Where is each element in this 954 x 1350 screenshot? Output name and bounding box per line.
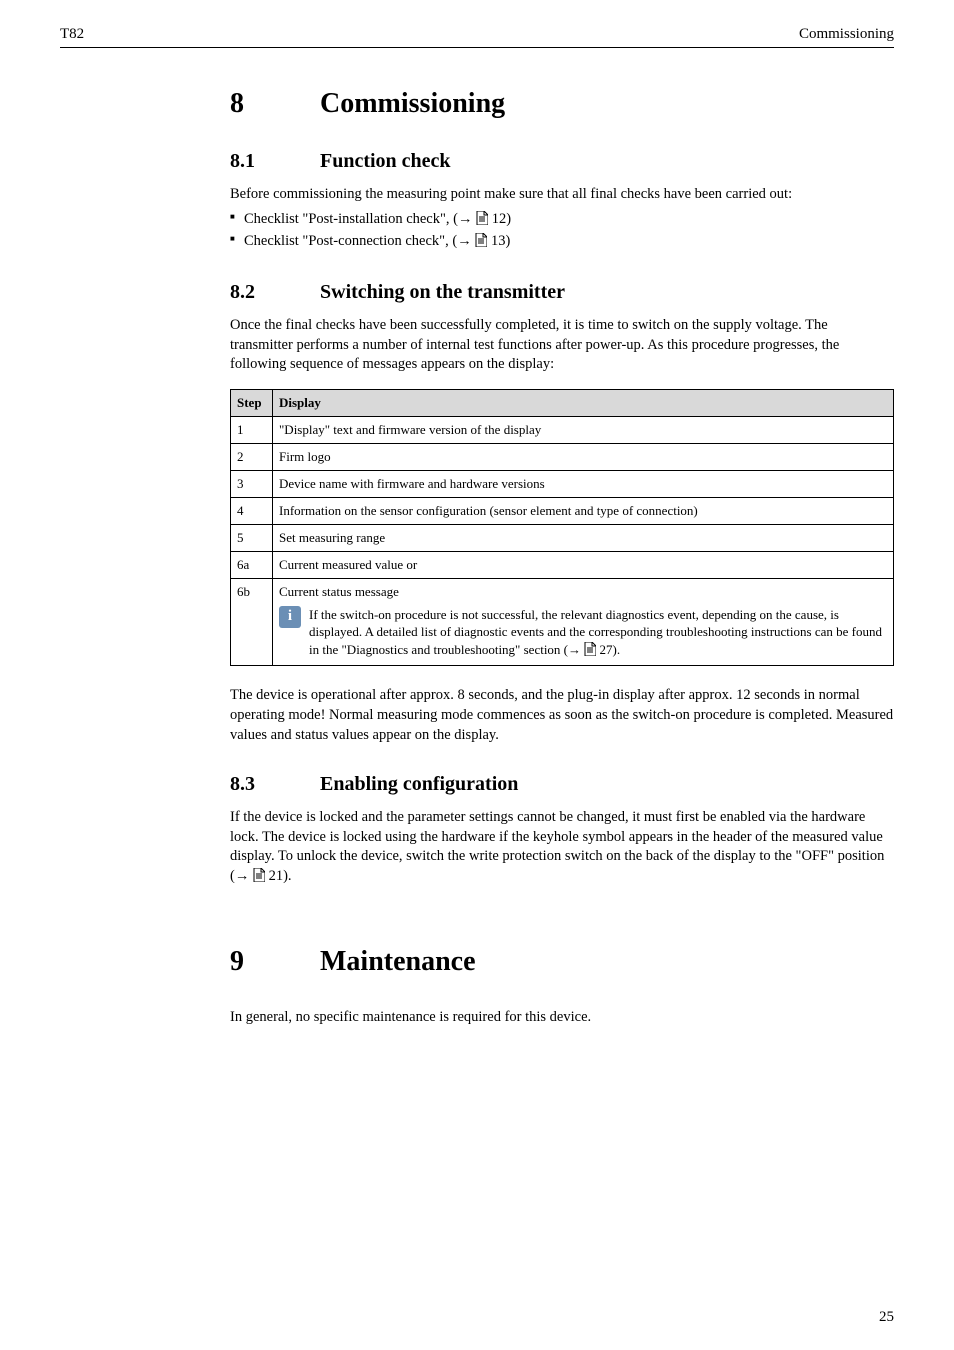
page-number: 25	[879, 1309, 894, 1326]
table-row: 1 "Display" text and firmware version of…	[231, 416, 894, 443]
checklist-item-2: Checklist "Post-connection check", (→ 13…	[230, 231, 894, 253]
col-head-step: Step	[231, 389, 273, 416]
page-ref-icon	[475, 233, 487, 253]
section-8-heading: 8Commissioning	[230, 88, 894, 120]
display-cell: Information on the sensor configuration …	[273, 497, 894, 524]
section-9-heading: 9Maintenance	[230, 946, 894, 978]
section-8-1-intro: Before commissioning the measuring point…	[230, 185, 894, 205]
status-message-line: Current status message	[279, 584, 887, 600]
header-model: T82	[60, 26, 84, 43]
checklist-item-1: Checklist "Post-installation check", (→ …	[230, 209, 894, 231]
step-cell: 3	[231, 470, 273, 497]
info-icon: i	[279, 606, 301, 628]
step-cell: 6a	[231, 551, 273, 578]
section-8-2-intro: Once the final checks have been successf…	[230, 316, 894, 375]
section-9-title: Maintenance	[320, 946, 476, 977]
step-cell: 1	[231, 416, 273, 443]
table-row: 2 Firm logo	[231, 443, 894, 470]
section-8-2-heading: 8.2Switching on the transmitter	[230, 281, 894, 304]
section-8-3-body: If the device is locked and the paramete…	[230, 808, 894, 888]
table-row: 5 Set measuring range	[231, 524, 894, 551]
startup-sequence-table: Step Display 1 "Display" text and firmwa…	[230, 389, 894, 667]
section-8-1-title: Function check	[320, 150, 451, 172]
section-8-1-number: 8.1	[230, 150, 320, 173]
step-cell: 6b	[231, 578, 273, 666]
display-cell: Set measuring range	[273, 524, 894, 551]
section-9-number: 9	[230, 946, 320, 978]
section-8-3-number: 8.3	[230, 773, 320, 796]
section-8-3-heading: 8.3Enabling configuration	[230, 773, 894, 796]
table-row: 6a Current measured value or	[231, 551, 894, 578]
section-9-body: In general, no specific maintenance is r…	[230, 1008, 894, 1028]
col-head-display: Display	[273, 389, 894, 416]
section-8-2-outro: The device is operational after approx. …	[230, 686, 894, 745]
note-block: i If the switch-on procedure is not succ…	[279, 606, 887, 661]
page-ref-icon	[476, 211, 488, 231]
section-8-1-heading: 8.1Function check	[230, 150, 894, 173]
display-cell: Firm logo	[273, 443, 894, 470]
section-8-number: 8	[230, 88, 320, 120]
display-cell: Device name with firmware and hardware v…	[273, 470, 894, 497]
step-cell: 4	[231, 497, 273, 524]
step-cell: 5	[231, 524, 273, 551]
step-cell: 2	[231, 443, 273, 470]
table-row: 4 Information on the sensor configuratio…	[231, 497, 894, 524]
section-8-3-title: Enabling configuration	[320, 773, 518, 795]
section-8-2-number: 8.2	[230, 281, 320, 304]
header-section: Commissioning	[799, 26, 894, 43]
display-cell: "Display" text and firmware version of t…	[273, 416, 894, 443]
note-text: If the switch-on procedure is not succes…	[309, 606, 887, 661]
page-ref-icon	[253, 868, 265, 889]
table-row: 3 Device name with firmware and hardware…	[231, 470, 894, 497]
section-8-title: Commissioning	[320, 88, 505, 119]
page-ref-icon	[584, 642, 596, 661]
display-cell: Current status message i If the switch-o…	[273, 578, 894, 666]
section-8-2-title: Switching on the transmitter	[320, 281, 565, 303]
checklist-bullets: Checklist "Post-installation check", (→ …	[230, 209, 894, 254]
table-row: 6b Current status message i If the switc…	[231, 578, 894, 666]
display-cell: Current measured value or	[273, 551, 894, 578]
